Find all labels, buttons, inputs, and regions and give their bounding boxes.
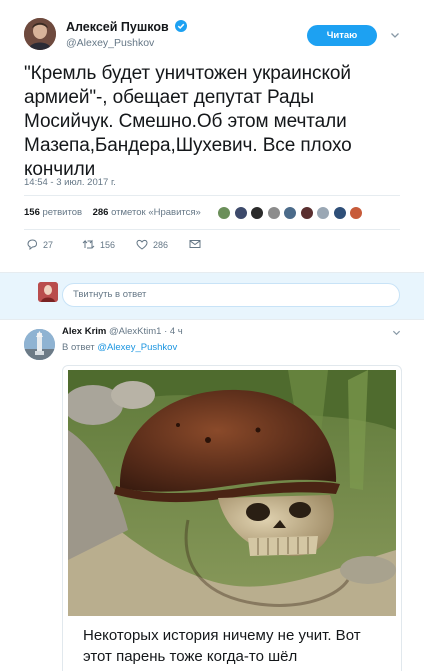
following-button[interactable]: Читаю (307, 25, 377, 46)
in-reply-mention-link[interactable]: @Alexey_Pushkov (97, 342, 177, 353)
heart-icon (136, 239, 148, 250)
liker-avatar[interactable] (266, 206, 281, 220)
reply-tweet: Alex Krim @AlexKtim1 · 4 ч В ответ @Alex… (0, 320, 424, 671)
liker-avatar[interactable] (233, 206, 248, 220)
divider (24, 195, 400, 196)
envelope-icon (189, 240, 201, 248)
retweets-stat[interactable]: 156 ретвитов (24, 207, 82, 218)
tweet-text: "Кремль будет уничтожен украинской армие… (24, 63, 352, 180)
chevron-down-icon[interactable] (390, 30, 400, 40)
like-count: 286 (153, 240, 169, 250)
current-user-avatar (38, 282, 58, 302)
liker-avatar[interactable] (332, 206, 347, 220)
chevron-down-icon[interactable] (392, 328, 401, 337)
tweet-stats: 156 ретвитов 286 отметок «Нравится» (24, 207, 201, 218)
reply-author-avatar[interactable] (24, 329, 55, 360)
media-card[interactable]: Некоторых история ничему не учит. Вот эт… (62, 365, 402, 671)
reply-input[interactable]: Твитнуть в ответ (62, 283, 400, 307)
retweet-icon (82, 239, 95, 249)
verified-icon (175, 20, 188, 32)
tweet-timestamp[interactable]: 14:54 - 3 июл. 2017 г. (24, 177, 116, 188)
retweets-label: ретвитов (42, 207, 83, 218)
divider (24, 229, 400, 230)
in-reply-to: В ответ @Alexey_Pushkov (62, 342, 177, 353)
author-name-text[interactable]: Алексей Пушков (66, 20, 169, 34)
in-reply-prefix: В ответ (62, 342, 95, 353)
liker-avatar[interactable] (299, 206, 314, 220)
like-action[interactable]: 286 (136, 239, 168, 250)
retweet-action[interactable]: 156 (82, 239, 115, 250)
liker-avatar[interactable] (217, 206, 231, 220)
retweet-count: 156 (100, 240, 116, 250)
author-handle[interactable]: @Alexey_Pushkov (66, 37, 154, 49)
liker-avatar[interactable] (283, 206, 297, 220)
reply-composer: Твитнуть в ответ (0, 273, 424, 319)
liker-avatar[interactable] (349, 206, 363, 220)
media-caption: Некоторых история ничему не учит. Вот эт… (83, 627, 361, 665)
reply-count: 27 (43, 240, 54, 250)
reply-action[interactable]: 27 (26, 239, 54, 251)
likes-stat[interactable]: 286 отметок «Нравится» (93, 207, 201, 218)
main-tweet: Алексей Пушков @Alexey_Pushkov Читаю "Кр… (0, 0, 424, 272)
reply-timestamp[interactable]: · 4 ч (164, 326, 183, 337)
author-avatar[interactable] (24, 18, 56, 50)
photo-helmet-skull[interactable] (68, 370, 396, 616)
likers-avatars[interactable] (217, 206, 366, 221)
liker-avatar[interactable] (316, 206, 330, 220)
reply-icon (27, 239, 38, 251)
reply-author-handle[interactable]: @AlexKtim1 (109, 326, 161, 337)
author-name[interactable]: Алексей Пушков (66, 20, 188, 34)
message-action[interactable] (189, 239, 206, 249)
reply-header: Alex Krim @AlexKtim1 · 4 ч (62, 326, 183, 337)
retweets-count: 156 (24, 207, 40, 218)
liker-avatar[interactable] (250, 206, 264, 220)
reply-author-name[interactable]: Alex Krim (62, 326, 106, 337)
likes-count: 286 (92, 207, 109, 218)
likes-label: отметок «Нравится» (111, 207, 201, 218)
